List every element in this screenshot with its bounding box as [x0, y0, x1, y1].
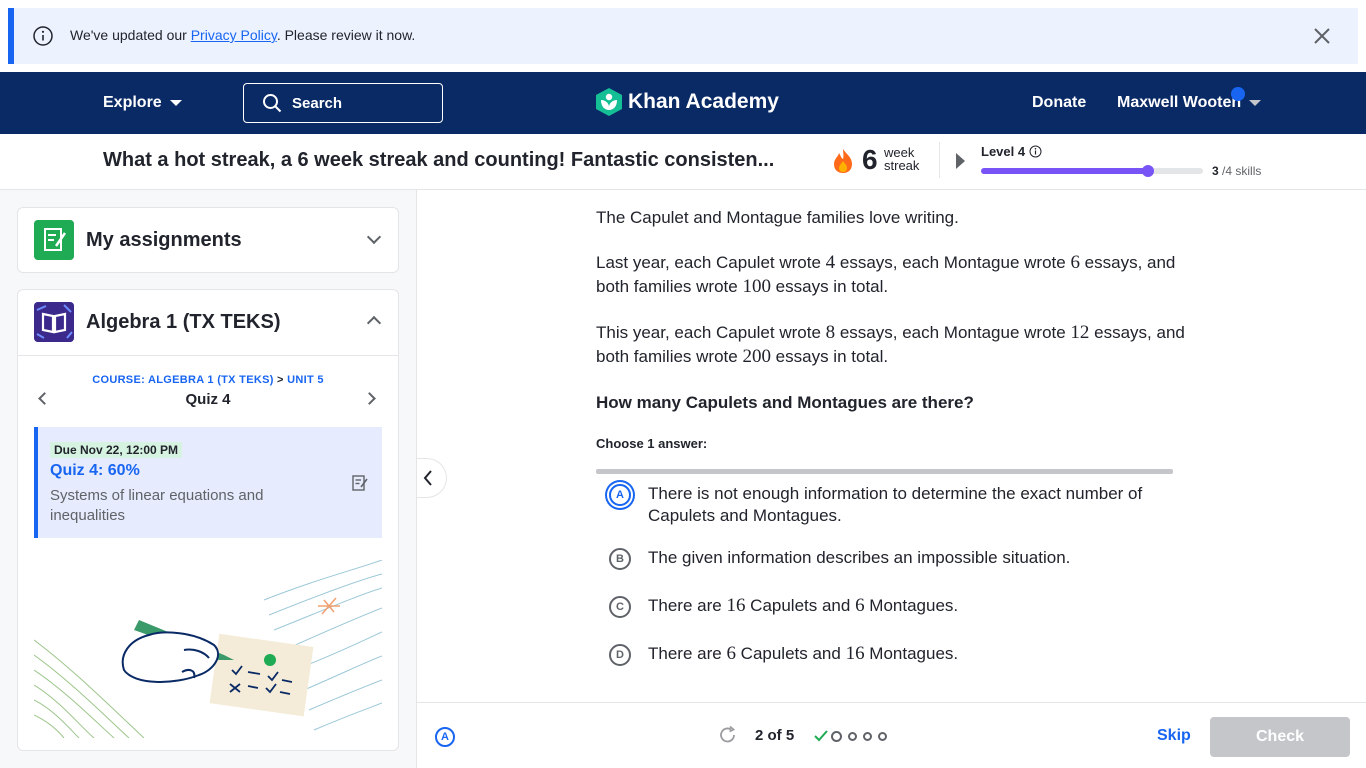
caret-down-icon — [1249, 100, 1262, 106]
chevron-up-icon[interactable] — [366, 315, 382, 331]
streak-message: What a hot streak, a 6 week streak and c… — [103, 149, 775, 171]
level-progress-bar — [981, 165, 1203, 177]
exercise-panel: The Capulet and Montague families love w… — [417, 190, 1366, 702]
search-icon — [263, 94, 282, 113]
explore-menu[interactable]: Explore — [103, 94, 182, 112]
problem-intro: The Capulet and Montague families love w… — [596, 208, 959, 227]
khan-logo-icon — [596, 88, 622, 116]
skills-count: 3 /4 skills — [1212, 164, 1262, 178]
progress-dot — [863, 732, 872, 741]
streak-bar: What a hot streak, a 6 week streak and c… — [0, 134, 1366, 190]
search-button[interactable]: Search — [243, 83, 443, 123]
flame-icon — [834, 149, 852, 173]
notification-dot — [1231, 87, 1245, 101]
question-text: How many Capulets and Montagues are ther… — [596, 393, 974, 412]
my-assignments-card[interactable]: My assignments — [17, 207, 399, 273]
assignment-title: Quiz 4: 60% — [50, 462, 140, 479]
breadcrumb-unit-link[interactable]: UNIT 5 — [287, 374, 324, 386]
chevron-down-icon[interactable] — [366, 229, 382, 245]
assignment-description: Systems of linear equations and inequali… — [50, 487, 264, 524]
course-book-icon — [34, 302, 74, 342]
choice-letter-d: D — [609, 644, 631, 666]
level-progress-knob — [1141, 165, 1154, 177]
close-icon[interactable] — [1312, 26, 1332, 46]
course-card: Algebra 1 (TX TEKS) COURSE: ALGEBRA 1 (T… — [17, 289, 399, 751]
top-navbar: Explore Search Khan Academy Donate Maxwe… — [0, 72, 1366, 134]
progress-dot-current — [831, 731, 842, 742]
choice-letter-c: C — [609, 596, 631, 618]
banner-text: We've updated our Privacy Policy. Please… — [70, 27, 416, 43]
privacy-policy-link[interactable]: Privacy Policy — [191, 27, 277, 43]
donate-link[interactable]: Donate — [1032, 94, 1086, 112]
privacy-banner: We've updated our Privacy Policy. Please… — [8, 8, 1358, 64]
choice-text-c: There are 16 Capulets and 6 Montagues. — [648, 595, 959, 616]
caret-down-icon — [169, 100, 182, 106]
chevron-left-icon — [423, 470, 432, 486]
check-button[interactable]: Check — [1210, 717, 1350, 757]
choose-instruction: Choose 1 answer: — [596, 436, 708, 451]
assignments-icon — [34, 220, 74, 260]
streak-count: 6 — [862, 144, 878, 175]
info-icon — [33, 26, 53, 46]
quiz-doc-icon — [352, 475, 368, 491]
accessibility-icon[interactable]: A — [435, 727, 455, 747]
choice-text-d: There are 6 Capulets and 16 Montagues. — [648, 643, 959, 664]
streak-unit: week streak — [884, 145, 920, 173]
progress-dot — [848, 732, 857, 741]
problem-paragraph-last-year: Last year, each Capulet wrote 4 essays, … — [596, 252, 1176, 297]
quiz-illustration — [34, 560, 382, 738]
breadcrumb: COURSE: ALGEBRA 1 (TX TEKS) > UNIT 5 — [92, 374, 324, 386]
my-assignments-title: My assignments — [86, 229, 242, 251]
progress-dot — [878, 732, 887, 741]
choice-text-b: The given information describes an impos… — [648, 548, 1071, 567]
checkmark-icon — [814, 730, 828, 742]
choices-divider — [596, 469, 1173, 474]
info-icon[interactable] — [1029, 145, 1042, 158]
collapse-sidebar-button[interactable] — [417, 458, 447, 498]
course-header[interactable]: Algebra 1 (TX TEKS) — [18, 290, 398, 356]
choice-letter-b: B — [609, 548, 631, 570]
choice-letter-a: A — [609, 484, 631, 506]
course-title: Algebra 1 (TX TEKS) — [86, 311, 281, 333]
divider — [939, 142, 940, 178]
question-progress: 2 of 5 — [755, 727, 795, 744]
level-progress-fill — [981, 168, 1148, 174]
exercise-footer: A 2 of 5 Skip Check — [417, 702, 1366, 768]
skip-button[interactable]: Skip — [1157, 727, 1191, 745]
retry-icon[interactable] — [718, 725, 738, 745]
play-icon[interactable] — [956, 153, 965, 169]
due-badge: Due Nov 22, 12:00 PM — [50, 442, 183, 458]
breadcrumb-course-link[interactable]: COURSE: ALGEBRA 1 (TX TEKS) — [92, 374, 273, 386]
assignment-item[interactable]: Due Nov 22, 12:00 PM Quiz 4: 60% Systems… — [34, 427, 382, 538]
quiz-name: Quiz 4 — [185, 391, 231, 408]
course-sidebar: My assignments Algebra 1 (TX TEKS) COURS… — [0, 190, 417, 768]
progress-dots — [831, 731, 887, 742]
choice-text-a: There is not enough information to deter… — [648, 484, 1143, 525]
level-label: Level 4 — [981, 144, 1042, 159]
khan-academy-logo[interactable]: Khan Academy — [596, 88, 779, 116]
user-menu[interactable]: Maxwell Wooten — [1117, 87, 1262, 112]
problem-paragraph-this-year: This year, each Capulet wrote 8 essays, … — [596, 322, 1185, 367]
